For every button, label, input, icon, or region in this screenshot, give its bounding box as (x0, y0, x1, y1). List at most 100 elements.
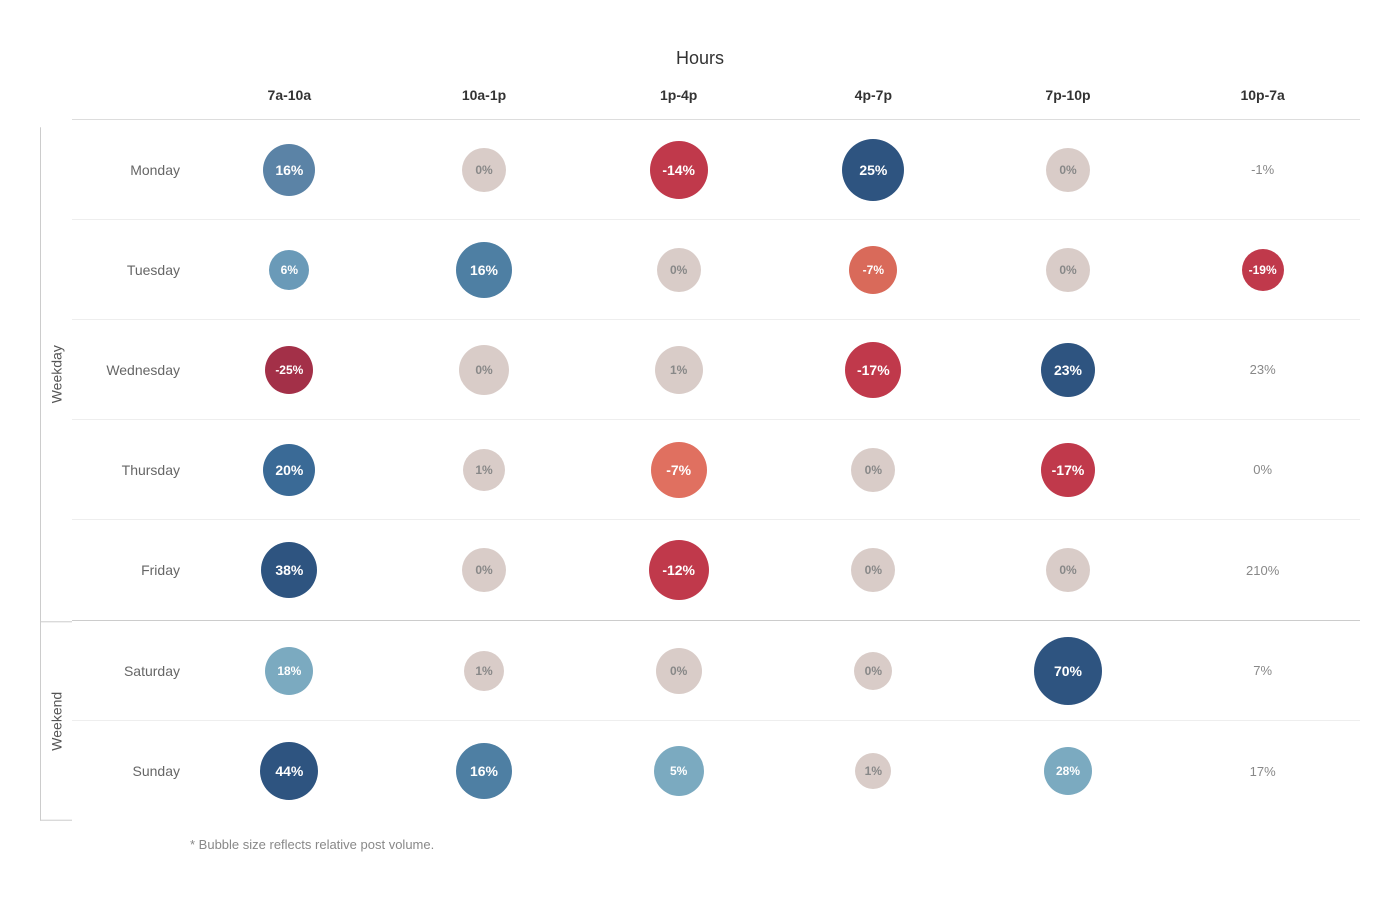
data-cell: 0% (387, 540, 582, 600)
data-cell: 0% (387, 337, 582, 403)
cell-value: -1% (1251, 162, 1274, 177)
data-cell: 18% (192, 639, 387, 703)
data-cell: 0% (971, 140, 1166, 200)
bubble: 18% (265, 647, 313, 695)
data-cell: 17% (1165, 756, 1360, 787)
data-cell: 210% (1165, 555, 1360, 586)
bubble: 25% (842, 139, 904, 201)
column-header-row: 7a-10a 10a-1p 1p-4p 4p-7p 7p-10p 10p-7a (72, 79, 1360, 120)
data-cell: 6% (192, 242, 387, 298)
bubble: -17% (845, 342, 901, 398)
data-cell: 44% (192, 734, 387, 808)
bubble: 1% (655, 346, 703, 394)
bubble: 38% (261, 542, 317, 598)
bubble: 6% (269, 250, 309, 290)
bubble: -12% (649, 540, 709, 600)
day-label-saturday: Saturday (72, 663, 192, 679)
data-cell: -17% (776, 334, 971, 406)
data-cell: 28% (971, 739, 1166, 803)
data-cell: 1% (387, 643, 582, 699)
weekday-section: Monday16%0%-14%25%0%-1%Tuesday6%16%0%-7%… (72, 120, 1360, 621)
bubble: 44% (260, 742, 318, 800)
bubble: 0% (462, 148, 506, 192)
bubble: 20% (263, 444, 315, 496)
day-label-wednesday: Wednesday (72, 362, 192, 378)
cell-value: 23% (1250, 362, 1276, 377)
data-cell: 16% (387, 735, 582, 807)
data-cell: 0% (971, 240, 1166, 300)
data-cell: -1% (1165, 154, 1360, 185)
bubble: -14% (650, 141, 708, 199)
data-cell: 25% (776, 131, 971, 209)
bubble: 16% (456, 743, 512, 799)
weekend-group-label: Weekend (40, 622, 72, 821)
col-header-5: 10p-7a (1165, 79, 1360, 111)
bubble: 23% (1041, 343, 1095, 397)
footnote: * Bubble size reflects relative post vol… (40, 837, 1360, 852)
bubble: 0% (459, 345, 509, 395)
data-cell: 20% (192, 436, 387, 504)
bubble: -7% (849, 246, 897, 294)
bubble: 0% (462, 548, 506, 592)
table-row: Thursday20%1%-7%0%-17%0% (72, 420, 1360, 520)
data-cell: 0% (581, 240, 776, 300)
col-header-3: 4p-7p (776, 79, 971, 111)
weekend-section: Saturday 18% 1% 0% 0% 70% 7% Sunday 44% 16% 5% 1% 28… (72, 621, 1360, 821)
bubble: 5% (654, 746, 704, 796)
weekday-group-label: Weekday (40, 127, 72, 622)
data-cell: -7% (776, 238, 971, 302)
bubble: 0% (854, 652, 892, 690)
data-cell: 0% (776, 644, 971, 698)
data-cell: 1% (387, 441, 582, 499)
col-header-0: 7a-10a (192, 79, 387, 111)
bubble: 0% (656, 648, 702, 694)
day-label-friday: Friday (72, 562, 192, 578)
data-cell: 70% (971, 629, 1166, 713)
bubble: 0% (1046, 148, 1090, 192)
bubble: 1% (464, 651, 504, 691)
table-row: Monday16%0%-14%25%0%-1% (72, 120, 1360, 220)
data-cell: 23% (971, 335, 1166, 405)
day-label-tuesday: Tuesday (72, 262, 192, 278)
data-cell: -14% (581, 133, 776, 207)
bubble: 70% (1034, 637, 1102, 705)
data-cell: 38% (192, 534, 387, 606)
bubble: 0% (657, 248, 701, 292)
bubble: -19% (1242, 249, 1284, 291)
data-cell: 0% (581, 640, 776, 702)
data-cell: 16% (387, 234, 582, 306)
data-cell: 1% (776, 745, 971, 797)
main-grid: 7a-10a 10a-1p 1p-4p 4p-7p 7p-10p 10p-7a … (72, 79, 1360, 821)
bubble: 0% (1046, 548, 1090, 592)
col-header-4: 7p-10p (971, 79, 1166, 111)
table-row: Wednesday -25% 0% 1% -17% 23% 23% (72, 320, 1360, 420)
bubble: 1% (463, 449, 505, 491)
day-label-sunday: Sunday (72, 763, 192, 779)
col-header-1: 10a-1p (387, 79, 582, 111)
table-row: Tuesday 6% 16% 0% -7% 0% -19% (72, 220, 1360, 320)
cell-value: 7% (1253, 663, 1272, 678)
bubble: 28% (1044, 747, 1092, 795)
bubble: 0% (851, 548, 895, 592)
bubble: 16% (456, 242, 512, 298)
bubble: -25% (265, 346, 313, 394)
data-cell: -12% (581, 532, 776, 608)
bubble: 0% (1046, 248, 1090, 292)
data-cell: 0% (776, 440, 971, 500)
col-header-2: 1p-4p (581, 79, 776, 111)
data-rows: Monday16%0%-14%25%0%-1%Tuesday6%16%0%-7%… (72, 120, 1360, 821)
day-label-thursday: Thursday (72, 462, 192, 478)
data-cell: 0% (776, 540, 971, 600)
data-cell: 0% (1165, 454, 1360, 485)
data-cell: -19% (1165, 241, 1360, 299)
data-cell: -7% (581, 434, 776, 506)
data-cell: 7% (1165, 655, 1360, 686)
cell-value: 210% (1246, 563, 1279, 578)
chart-wrapper: Hours Weekday Weekend 7a-10a 10a-1p 1p-4… (30, 28, 1370, 872)
row-label-column: Weekday Weekend (40, 79, 72, 821)
bubble: 0% (851, 448, 895, 492)
table-row: Sunday 44% 16% 5% 1% 28% 17% (72, 721, 1360, 821)
chart-title: Hours (40, 48, 1360, 69)
data-cell: 5% (581, 738, 776, 804)
bubble: 16% (263, 144, 315, 196)
